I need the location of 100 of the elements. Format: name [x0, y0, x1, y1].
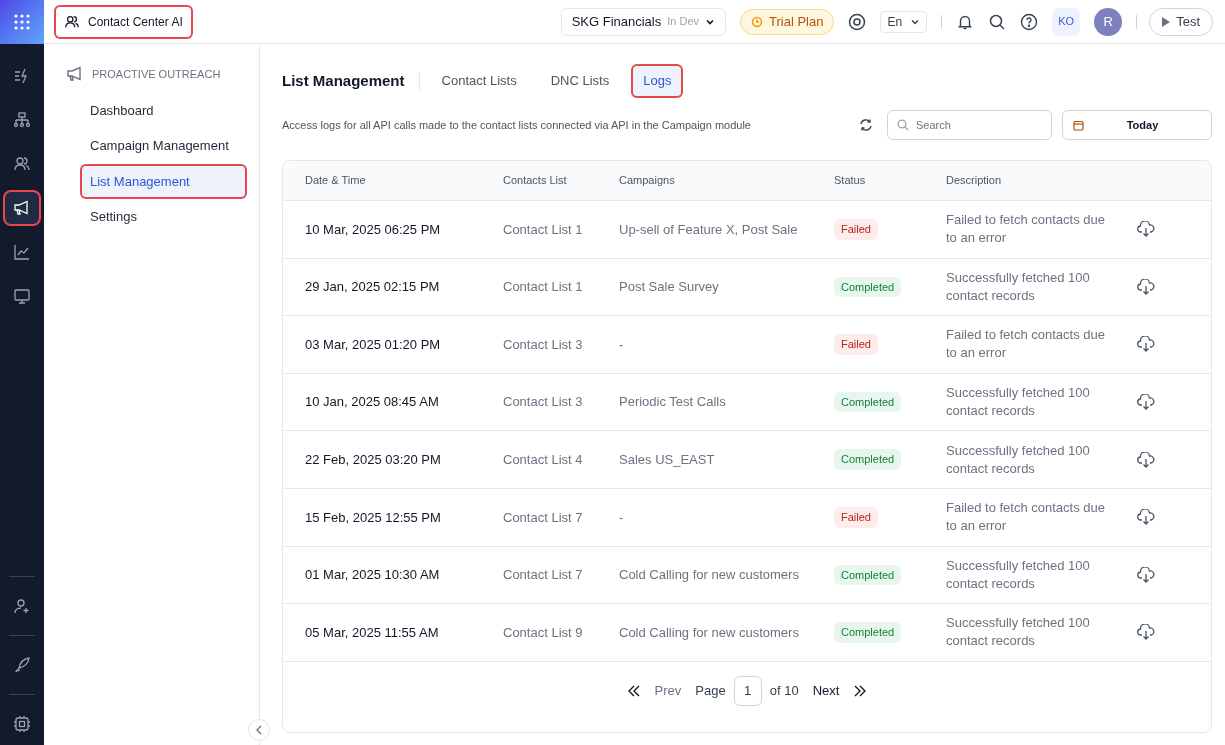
- status-badge: Failed: [834, 334, 878, 355]
- table-cell-text: Up-sell of Feature X, Post Sale: [618, 220, 799, 239]
- download-button[interactable]: [1136, 564, 1156, 585]
- sidebar-item[interactable]: Campaign Management: [82, 130, 245, 162]
- first-page-button[interactable]: [626, 684, 641, 697]
- table-cell-text: Periodic Test Calls: [618, 393, 727, 412]
- table-cell-text: 01 Mar, 2025 10:30 AM: [304, 566, 441, 585]
- cloud-download-icon: [1137, 278, 1155, 295]
- table-cell-text: Contact List 4: [502, 450, 584, 469]
- users-icon: [64, 13, 80, 30]
- page-title: List Management: [282, 70, 405, 91]
- table-cell-text: Failed to fetch contacts due to an error: [945, 211, 1106, 248]
- double-chevron-left-icon: [626, 684, 641, 697]
- next-button[interactable]: Next: [812, 681, 840, 701]
- table-cell-text: 22 Feb, 2025 03:20 PM: [304, 450, 442, 469]
- table-cell-text: -: [618, 508, 625, 527]
- table-cell-text: Post Sale Survey: [618, 278, 720, 297]
- status-badge: Failed: [834, 507, 878, 528]
- megaphone-icon: [13, 199, 31, 217]
- double-chevron-right-icon: [853, 684, 868, 697]
- cloud-download-icon: [1137, 509, 1155, 526]
- grid-icon: [13, 13, 31, 31]
- table-cell-text: Contact List 7: [502, 566, 584, 585]
- cloud-download-icon: [1137, 394, 1155, 411]
- line-chart-icon: [13, 243, 31, 261]
- column-header: Status: [833, 173, 867, 189]
- product-name: Contact Center AI: [88, 13, 183, 31]
- table-cell-text: 10 Mar, 2025 06:25 PM: [304, 220, 442, 239]
- column-header: Contacts List: [502, 173, 568, 189]
- table-cell-text: Failed to fetch contacts due to an error: [945, 499, 1106, 536]
- cloud-download-icon: [1137, 624, 1155, 641]
- avatar[interactable]: R: [1094, 7, 1123, 36]
- cloud-download-icon: [1137, 566, 1155, 583]
- table-cell-text: Successfully fetched 100 contact records: [945, 268, 1091, 305]
- last-page-button[interactable]: [853, 684, 868, 697]
- table-cell-text: Contact List 3: [502, 335, 584, 354]
- column-header: Date & Time: [304, 173, 367, 189]
- workspace-dropdown[interactable]: SKG Financials In Dev: [560, 7, 727, 36]
- table-cell-text: Contact List 7: [502, 508, 584, 527]
- chip-icon: [13, 715, 31, 733]
- search-icon: [897, 119, 909, 131]
- clock-icon: [751, 15, 764, 28]
- table-cell-text: Successfully fetched 100 contact records: [945, 441, 1091, 478]
- table-cell-text: 10 Jan, 2025 08:45 AM: [304, 393, 440, 412]
- status-badge: Completed: [834, 564, 902, 586]
- table-cell-text: Contact List 3: [502, 393, 584, 412]
- product-switcher[interactable]: Contact Center AI: [56, 6, 191, 37]
- status-badge: Completed: [834, 276, 902, 298]
- search-icon[interactable]: [988, 12, 1007, 31]
- prev-button[interactable]: Prev: [654, 681, 682, 701]
- date-button[interactable]: Today: [1062, 110, 1212, 140]
- table-cell-text: Successfully fetched 100 contact records: [945, 384, 1091, 421]
- search-field[interactable]: Search: [887, 110, 1052, 140]
- column-header: Description: [945, 173, 1003, 189]
- target-icon[interactable]: [848, 12, 867, 31]
- table-cell-text: Successfully fetched 100 contact records: [945, 556, 1091, 593]
- cloud-download-icon: [1137, 221, 1155, 238]
- table-cell-text: 05 Mar, 2025 11:55 AM: [304, 623, 440, 642]
- workspace-name: SKG Financials: [571, 12, 662, 31]
- apps-button[interactable]: [0, 0, 44, 44]
- chevron-left-icon: [255, 725, 263, 735]
- table-cell-text: Failed to fetch contacts due to an error: [945, 326, 1106, 363]
- status-badge: Completed: [834, 391, 902, 413]
- language-dropdown[interactable]: En: [880, 10, 928, 33]
- table-cell-text: Contact List 9: [502, 623, 584, 642]
- status-badge: Completed: [834, 622, 902, 643]
- sidebar-item[interactable]: Settings: [82, 201, 245, 233]
- page-count: of 10: [769, 682, 799, 700]
- table-cell-text: Cold Calling for new customers: [618, 566, 800, 585]
- calendar-icon: [1073, 119, 1084, 131]
- environment-label: In Dev: [667, 14, 700, 30]
- table-cell-text: Contact List 1: [502, 278, 584, 297]
- users-icon: [13, 155, 31, 173]
- download-button[interactable]: [1136, 276, 1156, 297]
- tab[interactable]: DNC Lists: [540, 66, 620, 96]
- user-plus-icon: [13, 597, 31, 615]
- rail-button[interactable]: [5, 192, 39, 224]
- table-cell-text: Sales US_EAST: [618, 450, 716, 469]
- refresh-icon[interactable]: [859, 118, 873, 132]
- cloud-download-icon: [1137, 451, 1155, 468]
- sidebar-item[interactable]: List Management: [82, 165, 245, 197]
- table-cell-text: 15 Feb, 2025 12:55 PM: [304, 508, 442, 527]
- section-heading: PROACTIVE OUTREACH: [92, 67, 221, 82]
- table-cell-text: Contact List 1: [502, 220, 584, 239]
- sidebar-item[interactable]: Dashboard: [82, 94, 245, 126]
- tab[interactable]: Contact Lists: [431, 66, 527, 96]
- table-cell-text: Cold Calling for new customers: [618, 623, 800, 642]
- monitor-icon: [13, 287, 31, 305]
- page-input[interactable]: 1: [733, 675, 762, 706]
- column-header: Campaigns: [618, 173, 676, 189]
- cloud-download-icon: [1137, 336, 1155, 353]
- help-icon[interactable]: [1020, 12, 1039, 31]
- table-cell-text: -: [618, 335, 625, 354]
- page-label: Page: [695, 682, 726, 700]
- tab[interactable]: Logs: [633, 66, 682, 96]
- page-description: Access logs for all API calls made to the contact lists connected via API in the Campaign module: [282, 117, 751, 133]
- trial-plan-badge[interactable]: Trial Plan: [740, 8, 835, 35]
- download-button[interactable]: [1136, 449, 1156, 470]
- user-initials-badge[interactable]: KO: [1052, 7, 1081, 36]
- status-badge: Failed: [834, 219, 878, 240]
